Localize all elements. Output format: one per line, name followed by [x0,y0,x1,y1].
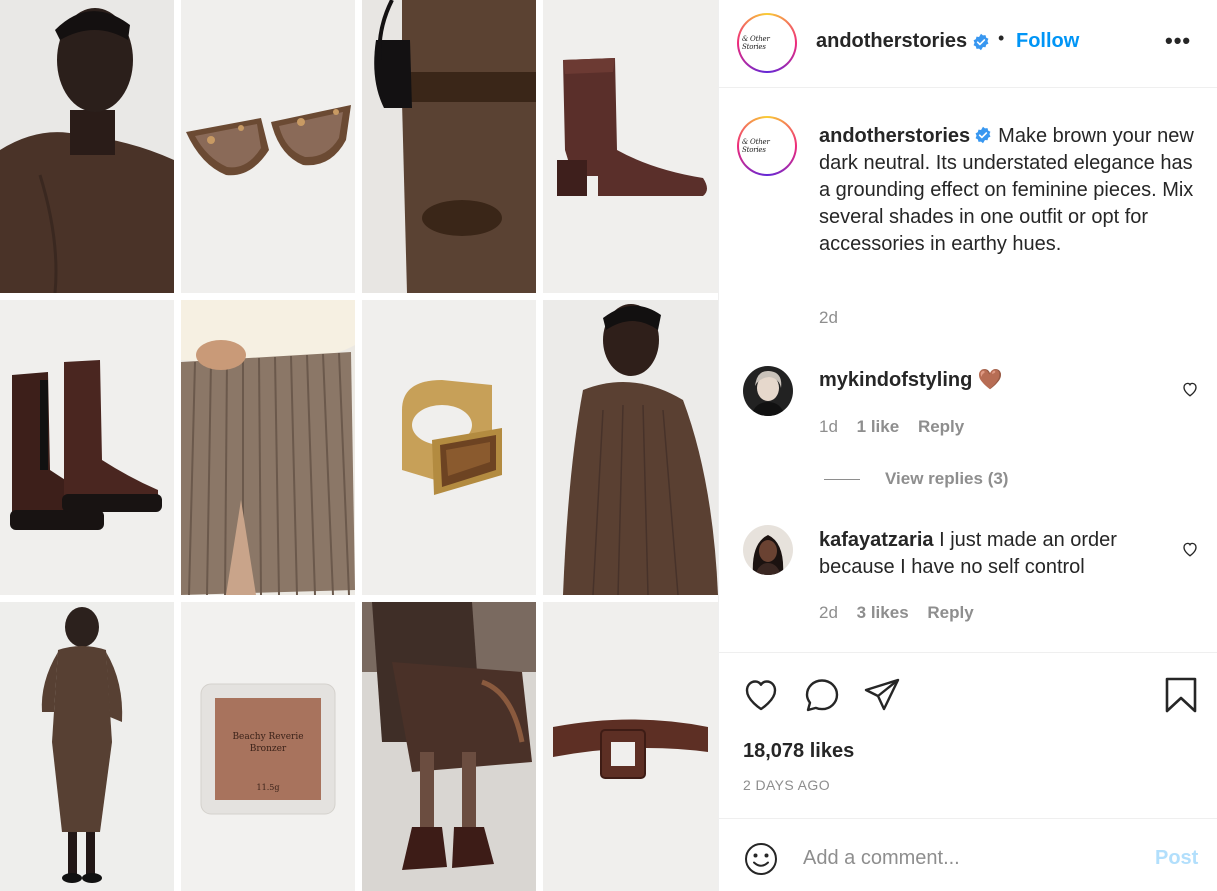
bronzer-weight: 11.5g [257,783,280,792]
media-tile-bronzer: Beachy Reverie Bronzer 11.5g [181,602,355,891]
bronzer-label-line1: Beachy Reverie [232,732,303,742]
caption-timestamp[interactable]: 2d [819,308,838,328]
comment-body: mykindofstyling 🤎 [819,367,1149,394]
more-options-icon[interactable]: ••• [1165,28,1191,54]
caption-avatar[interactable]: & Other Stories [737,116,797,176]
comment-username[interactable]: mykindofstyling [819,369,972,391]
caption-verified-badge-icon [975,126,991,144]
view-replies-line [824,479,860,480]
reply-button[interactable]: Reply [918,417,964,436]
comment-timestamp[interactable]: 1d [819,417,838,436]
commenter-avatar[interactable] [743,525,793,575]
like-heart-icon[interactable] [741,675,781,715]
bronzer-label-line2: Bronzer [250,744,287,754]
comment-timestamp[interactable]: 2d [819,603,838,622]
add-comment-bar: Post [719,818,1217,891]
save-bookmark-icon[interactable] [1161,675,1201,715]
comment-body: kafayatzaria I just made an order becaus… [819,527,1149,581]
caption-username[interactable]: andotherstories [819,125,970,147]
share-paper-plane-icon[interactable] [862,675,902,715]
media-tile-pleated-skirt [181,300,355,595]
post-date[interactable]: 2 DAYS AGO [743,777,830,793]
comment-username[interactable]: kafayatzaria [819,529,934,551]
reply-button[interactable]: Reply [927,603,973,622]
media-tile-sweatshirt-model [0,0,174,293]
media-tile-signet-ring [362,300,536,595]
emoji-picker-icon[interactable] [743,841,779,877]
media-tile-seated-model [362,602,536,891]
caption-brand-logo: & Other Stories [742,121,792,171]
media-tile-knit-dress-model [0,602,174,891]
media-tile-chelsea-boots [0,300,174,595]
header-separator: • [998,28,1005,48]
comment-meta: 2d 3 likes Reply [819,603,988,623]
post-comment-button[interactable]: Post [1155,847,1198,870]
post-header: & Other Stories andotherstories • Follow… [719,0,1217,88]
verified-badge-icon [973,33,989,51]
post-caption: andotherstories Make brown your new dark… [819,123,1209,258]
post-panel: & Other Stories andotherstories • Follow… [718,0,1217,891]
view-replies-button[interactable]: View replies (3) [885,469,1008,489]
account-avatar[interactable]: & Other Stories [737,13,797,73]
comment-bubble-icon[interactable] [802,675,842,715]
follow-button[interactable]: Follow [1016,30,1079,53]
post-media[interactable]: Beachy Reverie Bronzer 11.5g [0,0,718,891]
account-username[interactable]: andotherstories [816,30,967,53]
comment-like-heart-icon[interactable] [1181,540,1199,558]
brand-logo: & Other Stories [742,18,792,68]
comment-likes-count[interactable]: 3 likes [857,603,909,622]
commenter-avatar[interactable] [743,366,793,416]
comment-likes-count[interactable]: 1 like [857,417,900,436]
post-actions: 18,078 likes 2 DAYS AGO [719,652,1217,818]
likes-count[interactable]: 18,078 likes [743,740,854,763]
comment-like-heart-icon[interactable] [1181,380,1199,398]
media-tile-sunglasses [181,0,355,293]
add-comment-input[interactable] [803,843,1133,873]
media-tile-belt [543,602,718,891]
brown-heart-emoji-icon: 🤎 [977,369,1003,391]
comment-meta: 1d 1 like Reply [819,417,978,437]
media-tile-crop-top-skirt [362,0,536,293]
comments-section[interactable]: & Other Stories andotherstories Make bro… [719,89,1217,652]
media-tile-pleated-dress-model [543,300,718,595]
media-tile-ankle-boot [543,0,718,293]
